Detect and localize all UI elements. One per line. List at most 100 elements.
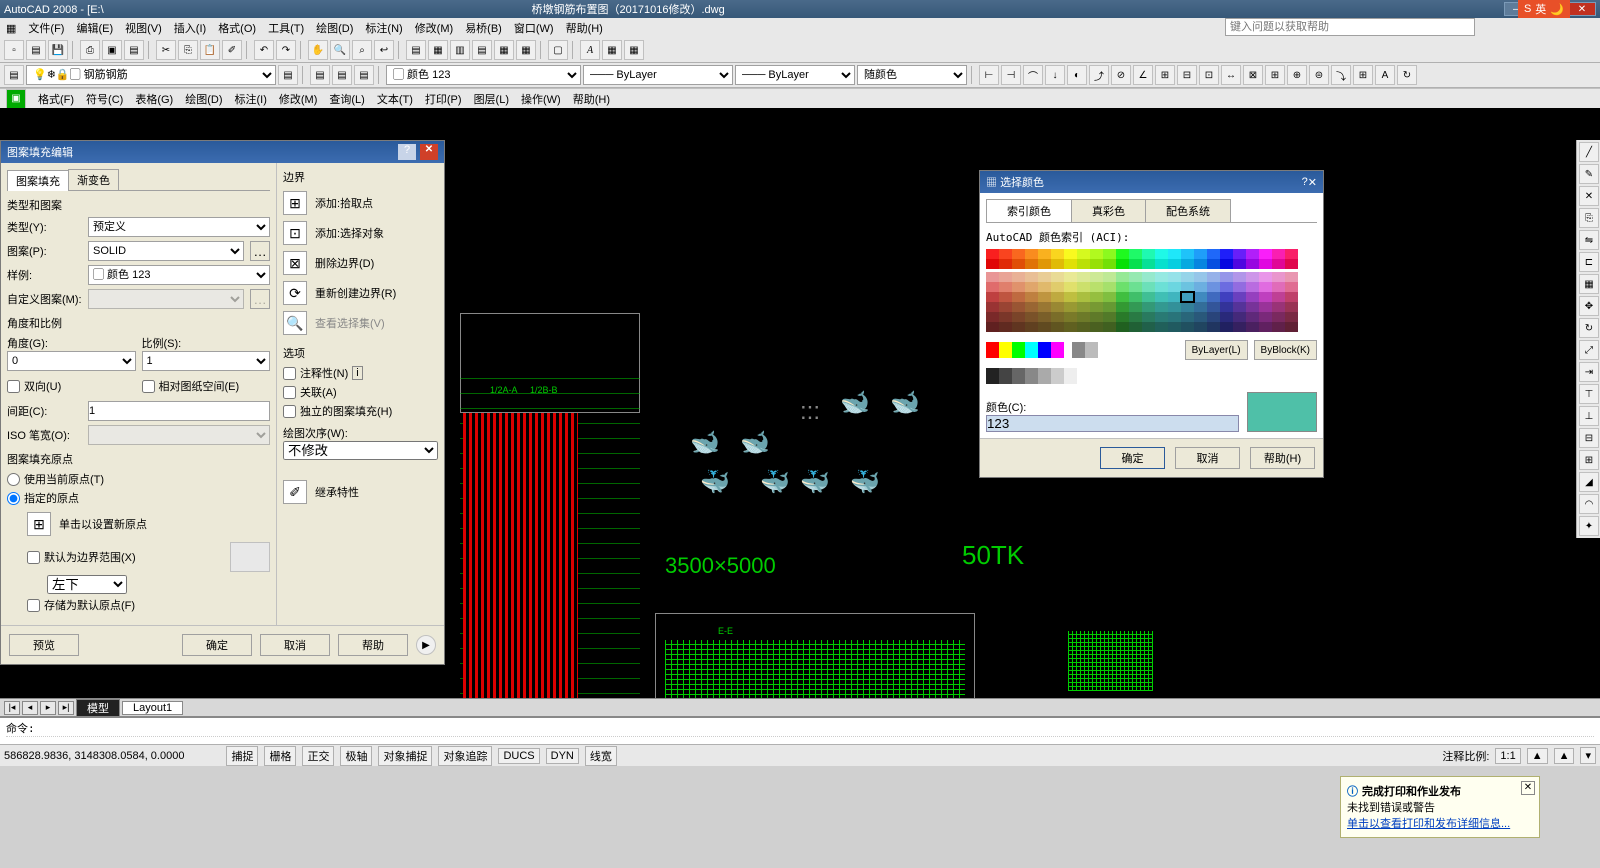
color-titlebar[interactable]: ▦ 选择颜色 ? ✕ xyxy=(980,171,1323,193)
angle-input[interactable]: 0 xyxy=(7,351,136,371)
annoscale-add-icon[interactable]: ▦ xyxy=(624,40,644,60)
m2-layer[interactable]: 图层(L) xyxy=(474,91,509,107)
coords-readout[interactable]: 586828.9836, 3148308.0584, 0.0000 xyxy=(4,750,184,762)
m2-print[interactable]: 打印(P) xyxy=(425,91,462,107)
copy-icon[interactable]: ⎘ xyxy=(1579,208,1599,228)
tab-first-icon[interactable]: |◂ xyxy=(4,701,20,715)
menu-insert[interactable]: 插入(I) xyxy=(174,20,206,36)
ok-button[interactable]: 确定 xyxy=(182,634,252,656)
scale-input[interactable]: 1 xyxy=(142,351,271,371)
dim-quick-icon[interactable]: ⊞ xyxy=(1155,65,1175,85)
dimedit-icon[interactable]: ⊞ xyxy=(1353,65,1373,85)
tolerance-icon[interactable]: ⊞ xyxy=(1265,65,1285,85)
inspect-icon[interactable]: ⊜ xyxy=(1309,65,1329,85)
color-dropdown[interactable]: ▢ 颜色 123 xyxy=(386,65,581,85)
paperspace-checkbox[interactable] xyxy=(142,380,155,393)
pan-icon[interactable]: ✋ xyxy=(308,40,328,60)
dyn-toggle[interactable]: DYN xyxy=(546,748,579,764)
tab-layout1[interactable]: Layout1 xyxy=(122,701,183,715)
menu-bridge[interactable]: 易桥(B) xyxy=(465,20,502,36)
menu-help[interactable]: 帮助(H) xyxy=(566,20,603,36)
menu-draw[interactable]: 绘图(D) xyxy=(316,20,353,36)
store-origin-checkbox[interactable] xyxy=(27,599,40,612)
annoscale-value[interactable]: 1:1 xyxy=(1495,748,1520,764)
move-icon[interactable]: ✥ xyxy=(1579,296,1599,316)
help-button[interactable]: 帮助 xyxy=(338,634,408,656)
undo-icon[interactable]: ↶ xyxy=(254,40,274,60)
dialog-close-icon[interactable]: ✕ xyxy=(420,144,438,160)
offset-icon[interactable]: ⊏ xyxy=(1579,252,1599,272)
centermark-icon[interactable]: ⊕ xyxy=(1287,65,1307,85)
menu-view[interactable]: 视图(V) xyxy=(125,20,162,36)
m2-text[interactable]: 文本(T) xyxy=(377,91,413,107)
origin-specified-radio[interactable] xyxy=(7,492,20,505)
m2-modify[interactable]: 修改(M) xyxy=(279,91,318,107)
menu-window[interactable]: 窗口(W) xyxy=(514,20,554,36)
inherit-button[interactable]: ✐继承特性 xyxy=(283,480,438,504)
color-value-input[interactable] xyxy=(986,415,1239,432)
double-checkbox[interactable] xyxy=(7,380,20,393)
dim-aligned-icon[interactable]: ⊣ xyxy=(1001,65,1021,85)
dim-joglin-icon[interactable]: ⤵ xyxy=(1331,65,1351,85)
aci-palette[interactable] xyxy=(986,249,1298,332)
tab-gradient[interactable]: 渐变色 xyxy=(68,169,119,190)
erase-icon[interactable]: ✕ xyxy=(1579,186,1599,206)
publish-icon[interactable]: ▤ xyxy=(124,40,144,60)
add-select-button[interactable]: ⊡添加:选择对象 xyxy=(283,221,438,245)
preview-icon[interactable]: ▣ xyxy=(102,40,122,60)
balloon-link[interactable]: 单击以查看打印和发布详细信息... xyxy=(1347,818,1510,830)
ime-bar[interactable]: S英🌙 xyxy=(1518,0,1570,18)
ducs-toggle[interactable]: DUCS xyxy=(498,748,539,764)
paste-icon[interactable]: 📋 xyxy=(200,40,220,60)
save-icon[interactable]: 💾 xyxy=(48,40,68,60)
tab-true-color[interactable]: 真彩色 xyxy=(1071,199,1146,222)
annoscale-vis-icon[interactable]: ▲ xyxy=(1527,748,1548,764)
m2-symbol[interactable]: 符号(C) xyxy=(86,91,123,107)
lw-dropdown[interactable]: ─── ByLayer xyxy=(735,65,855,85)
dim-space-icon[interactable]: ↔ xyxy=(1221,65,1241,85)
open-icon[interactable]: ▤ xyxy=(26,40,46,60)
type-select[interactable]: 预定义 xyxy=(88,217,270,237)
plugin-icon[interactable]: ▣ xyxy=(6,89,26,109)
copy-icon[interactable]: ⎘ xyxy=(178,40,198,60)
dim-jog-icon[interactable]: ⤴ xyxy=(1089,65,1109,85)
tab-index-color[interactable]: 索引颜色 xyxy=(986,199,1072,222)
menu-tools[interactable]: 工具(T) xyxy=(268,20,304,36)
close-button[interactable]: ✕ xyxy=(1568,2,1596,16)
color-help-button[interactable]: 帮助(H) xyxy=(1250,447,1315,469)
layerprops-icon[interactable]: ▤ xyxy=(4,65,24,85)
dim-angular-icon[interactable]: ∠ xyxy=(1133,65,1153,85)
match-icon[interactable]: ✐ xyxy=(222,40,242,60)
dim-diameter-icon[interactable]: ⊘ xyxy=(1111,65,1131,85)
hatch-titlebar[interactable]: 图案填充编辑 ? ✕ xyxy=(1,141,444,163)
dialog-help-icon[interactable]: ? xyxy=(398,144,416,160)
join-icon[interactable]: ⊞ xyxy=(1579,450,1599,470)
draworder-select[interactable]: 不修改 xyxy=(283,441,438,460)
m2-table[interactable]: 表格(G) xyxy=(135,91,173,107)
menu-modify[interactable]: 修改(M) xyxy=(415,20,454,36)
array-icon[interactable]: ▦ xyxy=(1579,274,1599,294)
zoom-win-icon[interactable]: ⌕ xyxy=(352,40,372,60)
tray-icon[interactable]: ▾ xyxy=(1580,747,1596,764)
calc-icon[interactable]: ▦ xyxy=(516,40,536,60)
new-icon[interactable]: ▫ xyxy=(4,40,24,60)
grid-toggle[interactable]: 栅格 xyxy=(264,746,296,766)
recreate-boundary-button[interactable]: ⟳重新创建边界(R) xyxy=(283,281,438,305)
dim-baseline-icon[interactable]: ⊟ xyxy=(1177,65,1197,85)
polar-toggle[interactable]: 极轴 xyxy=(340,746,372,766)
chamfer-icon[interactable]: ◢ xyxy=(1579,472,1599,492)
click-origin-label[interactable]: 单击以设置新原点 xyxy=(59,516,147,532)
otrack-toggle[interactable]: 对象追踪 xyxy=(438,746,492,766)
expand-button[interactable]: ▶ xyxy=(416,635,436,655)
mirror-icon[interactable]: ⇋ xyxy=(1579,230,1599,250)
line-icon[interactable]: ╱ xyxy=(1579,142,1599,162)
standard-colors[interactable] xyxy=(986,342,1098,358)
dim-arc-icon[interactable]: ⌒ xyxy=(1023,65,1043,85)
dim-continue-icon[interactable]: ⊡ xyxy=(1199,65,1219,85)
sample-select[interactable]: ▢ 颜色 123 xyxy=(88,265,270,285)
dim-linear-icon[interactable]: ⊢ xyxy=(979,65,999,85)
fillet-icon[interactable]: ◠ xyxy=(1579,494,1599,514)
props-icon[interactable]: ▤ xyxy=(406,40,426,60)
zoom-prev-icon[interactable]: ↩ xyxy=(374,40,394,60)
spacing-input[interactable] xyxy=(88,401,270,421)
